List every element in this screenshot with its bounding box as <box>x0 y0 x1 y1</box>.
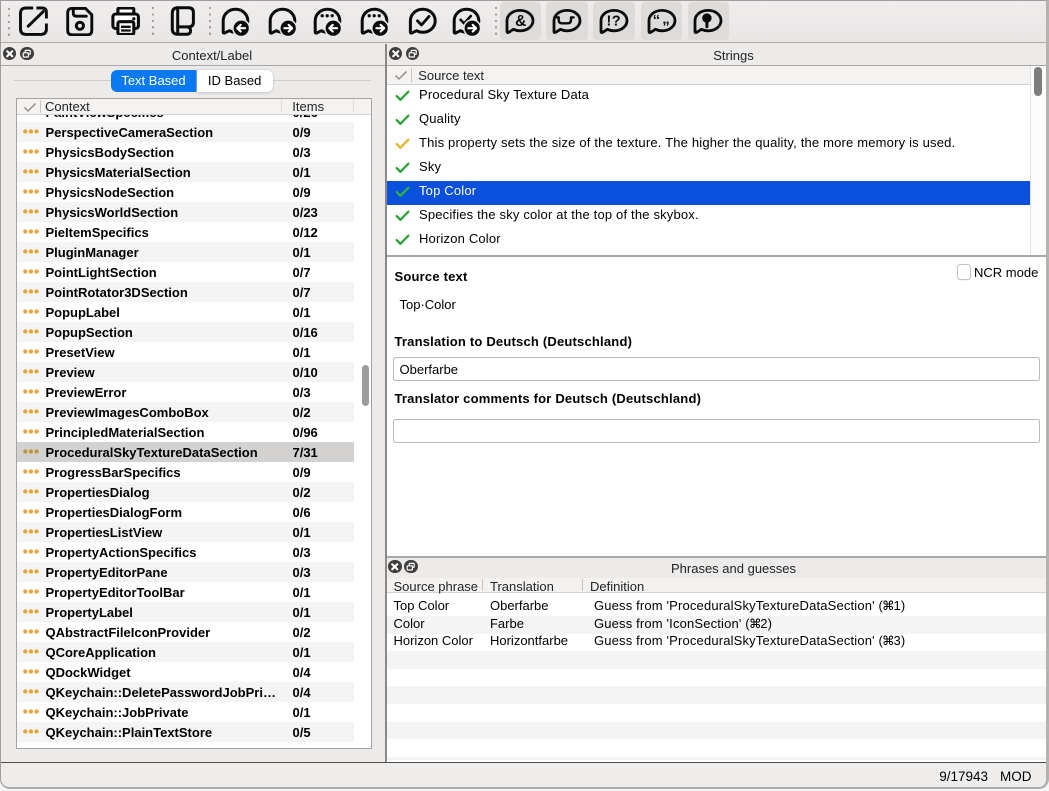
svg-text:„: „ <box>662 10 670 27</box>
svg-text:!?: !? <box>607 13 622 29</box>
svg-text:&: & <box>515 13 526 30</box>
svg-text:“: “ <box>652 11 660 28</box>
